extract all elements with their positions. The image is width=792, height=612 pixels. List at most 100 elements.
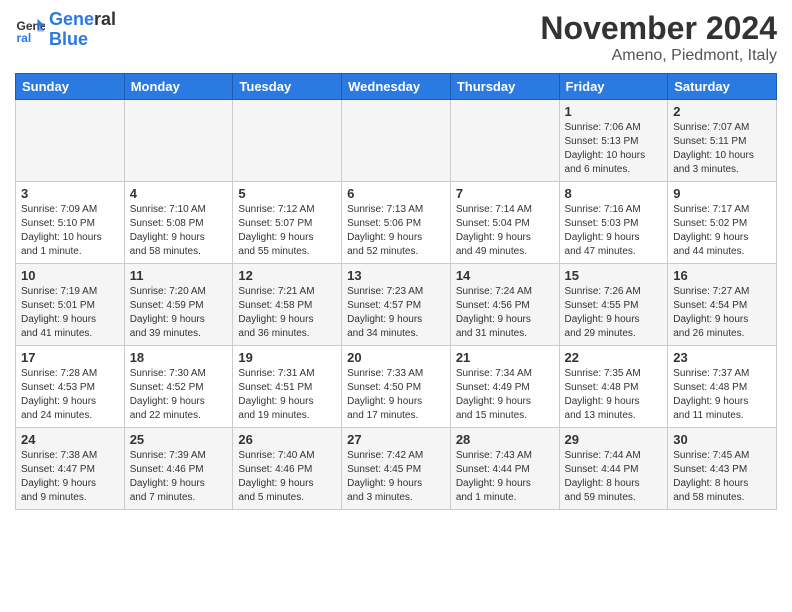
calendar-cell: 9 Sunrise: 7:17 AMSunset: 5:02 PMDaylight… xyxy=(668,182,777,264)
calendar-cell xyxy=(450,100,559,182)
calendar-cell: 15 Sunrise: 7:26 AMSunset: 4:55 PMDayligh… xyxy=(559,264,668,346)
day-info: Sunrise: 7:19 AMSunset: 5:01 PMDaylight:… xyxy=(21,285,119,341)
day-info: Sunrise: 7:10 AMSunset: 5:08 PMDaylight:… xyxy=(130,203,228,259)
day-number: 4 xyxy=(130,186,228,201)
day-number: 14 xyxy=(456,268,554,283)
weekday-header-tuesday: Tuesday xyxy=(233,74,342,100)
calendar-cell: 18 Sunrise: 7:30 AMSunset: 4:52 PMDayligh… xyxy=(124,346,233,428)
calendar-cell: 16Sunrise: 7:27 AMSunset: 4:54 PMDayligh… xyxy=(668,264,777,346)
weekday-header-friday: Friday xyxy=(559,74,668,100)
calendar-cell: 20 Sunrise: 7:33 AMSunset: 4:50 PMDayligh… xyxy=(342,346,451,428)
title-area: November 2024 Ameno, Piedmont, Italy xyxy=(540,10,777,65)
day-number: 6 xyxy=(347,186,445,201)
day-number: 24 xyxy=(21,432,119,447)
calendar-cell: 30Sunrise: 7:45 AMSunset: 4:43 PMDayligh… xyxy=(668,428,777,510)
day-number: 11 xyxy=(130,268,228,283)
calendar-cell: 8 Sunrise: 7:16 AMSunset: 5:03 PMDaylight… xyxy=(559,182,668,264)
day-info: Sunrise: 7:39 AMSunset: 4:46 PMDaylight:… xyxy=(130,449,228,505)
day-info: Sunrise: 7:13 AMSunset: 5:06 PMDaylight:… xyxy=(347,203,445,259)
calendar-cell xyxy=(124,100,233,182)
calendar-cell: 23Sunrise: 7:37 AMSunset: 4:48 PMDayligh… xyxy=(668,346,777,428)
calendar-week-row: 10Sunrise: 7:19 AMSunset: 5:01 PMDayligh… xyxy=(16,264,777,346)
calendar-cell: 4 Sunrise: 7:10 AMSunset: 5:08 PMDaylight… xyxy=(124,182,233,264)
location: Ameno, Piedmont, Italy xyxy=(540,47,777,65)
calendar-cell: 29 Sunrise: 7:44 AMSunset: 4:44 PMDayligh… xyxy=(559,428,668,510)
day-number: 17 xyxy=(21,350,119,365)
calendar-week-row: 3 Sunrise: 7:09 AMSunset: 5:10 PMDaylight… xyxy=(16,182,777,264)
day-number: 27 xyxy=(347,432,445,447)
calendar-table: SundayMondayTuesdayWednesdayThursdayFrid… xyxy=(15,73,777,510)
day-number: 18 xyxy=(130,350,228,365)
calendar-cell: 14 Sunrise: 7:24 AMSunset: 4:56 PMDayligh… xyxy=(450,264,559,346)
day-number: 28 xyxy=(456,432,554,447)
calendar-cell: 12 Sunrise: 7:21 AMSunset: 4:58 PMDayligh… xyxy=(233,264,342,346)
calendar-cell: 24 Sunrise: 7:38 AMSunset: 4:47 PMDayligh… xyxy=(16,428,125,510)
weekday-header-row: SundayMondayTuesdayWednesdayThursdayFrid… xyxy=(16,74,777,100)
calendar-cell: 10Sunrise: 7:19 AMSunset: 5:01 PMDayligh… xyxy=(16,264,125,346)
day-info: Sunrise: 7:26 AMSunset: 4:55 PMDaylight:… xyxy=(565,285,663,341)
day-info: Sunrise: 7:17 AMSunset: 5:02 PMDaylight:… xyxy=(673,203,771,259)
day-number: 29 xyxy=(565,432,663,447)
day-number: 1 xyxy=(565,104,663,119)
weekday-header-sunday: Sunday xyxy=(16,74,125,100)
day-number: 21 xyxy=(456,350,554,365)
day-number: 22 xyxy=(565,350,663,365)
calendar-cell: 22Sunrise: 7:35 AMSunset: 4:48 PMDayligh… xyxy=(559,346,668,428)
day-info: Sunrise: 7:40 AMSunset: 4:46 PMDaylight:… xyxy=(238,449,336,505)
calendar-cell: 19Sunrise: 7:31 AMSunset: 4:51 PMDayligh… xyxy=(233,346,342,428)
day-number: 13 xyxy=(347,268,445,283)
day-number: 2 xyxy=(673,104,771,119)
calendar-cell: 2 Sunrise: 7:07 AMSunset: 5:11 PMDaylight… xyxy=(668,100,777,182)
day-info: Sunrise: 7:12 AMSunset: 5:07 PMDaylight:… xyxy=(238,203,336,259)
day-number: 9 xyxy=(673,186,771,201)
day-info: Sunrise: 7:34 AMSunset: 4:49 PMDaylight:… xyxy=(456,367,554,423)
day-number: 3 xyxy=(21,186,119,201)
day-info: Sunrise: 7:16 AMSunset: 5:03 PMDaylight:… xyxy=(565,203,663,259)
day-number: 20 xyxy=(347,350,445,365)
day-info: Sunrise: 7:07 AMSunset: 5:11 PMDaylight:… xyxy=(673,121,771,177)
day-info: Sunrise: 7:21 AMSunset: 4:58 PMDaylight:… xyxy=(238,285,336,341)
day-number: 26 xyxy=(238,432,336,447)
day-number: 16 xyxy=(673,268,771,283)
calendar-cell xyxy=(233,100,342,182)
calendar-week-row: 17 Sunrise: 7:28 AMSunset: 4:53 PMDayligh… xyxy=(16,346,777,428)
logo: Gene ral General Blue xyxy=(15,10,116,50)
day-info: Sunrise: 7:38 AMSunset: 4:47 PMDaylight:… xyxy=(21,449,119,505)
day-number: 25 xyxy=(130,432,228,447)
header: Gene ral General Blue November 2024 Amen… xyxy=(15,10,777,65)
main-container: Gene ral General Blue November 2024 Amen… xyxy=(0,0,792,520)
calendar-cell: 7Sunrise: 7:14 AMSunset: 5:04 PMDaylight… xyxy=(450,182,559,264)
day-number: 12 xyxy=(238,268,336,283)
day-info: Sunrise: 7:45 AMSunset: 4:43 PMDaylight:… xyxy=(673,449,771,505)
day-info: Sunrise: 7:24 AMSunset: 4:56 PMDaylight:… xyxy=(456,285,554,341)
calendar-cell: 5 Sunrise: 7:12 AMSunset: 5:07 PMDaylight… xyxy=(233,182,342,264)
calendar-cell: 21 Sunrise: 7:34 AMSunset: 4:49 PMDayligh… xyxy=(450,346,559,428)
calendar-cell xyxy=(16,100,125,182)
calendar-week-row: 24 Sunrise: 7:38 AMSunset: 4:47 PMDayligh… xyxy=(16,428,777,510)
day-info: Sunrise: 7:14 AMSunset: 5:04 PMDaylight:… xyxy=(456,203,554,259)
calendar-cell: 26 Sunrise: 7:40 AMSunset: 4:46 PMDayligh… xyxy=(233,428,342,510)
logo-icon: Gene ral xyxy=(15,15,45,45)
weekday-header-monday: Monday xyxy=(124,74,233,100)
calendar-cell: 3 Sunrise: 7:09 AMSunset: 5:10 PMDaylight… xyxy=(16,182,125,264)
weekday-header-thursday: Thursday xyxy=(450,74,559,100)
month-title: November 2024 xyxy=(540,10,777,47)
day-info: Sunrise: 7:23 AMSunset: 4:57 PMDaylight:… xyxy=(347,285,445,341)
calendar-week-row: 1Sunrise: 7:06 AMSunset: 5:13 PMDaylight… xyxy=(16,100,777,182)
calendar-cell: 27 Sunrise: 7:42 AMSunset: 4:45 PMDayligh… xyxy=(342,428,451,510)
day-info: Sunrise: 7:33 AMSunset: 4:50 PMDaylight:… xyxy=(347,367,445,423)
day-info: Sunrise: 7:37 AMSunset: 4:48 PMDaylight:… xyxy=(673,367,771,423)
day-number: 8 xyxy=(565,186,663,201)
calendar-cell xyxy=(342,100,451,182)
calendar-cell: 11Sunrise: 7:20 AMSunset: 4:59 PMDayligh… xyxy=(124,264,233,346)
day-info: Sunrise: 7:30 AMSunset: 4:52 PMDaylight:… xyxy=(130,367,228,423)
calendar-cell: 1Sunrise: 7:06 AMSunset: 5:13 PMDaylight… xyxy=(559,100,668,182)
day-number: 5 xyxy=(238,186,336,201)
calendar-cell: 17 Sunrise: 7:28 AMSunset: 4:53 PMDayligh… xyxy=(16,346,125,428)
day-info: Sunrise: 7:28 AMSunset: 4:53 PMDaylight:… xyxy=(21,367,119,423)
day-number: 15 xyxy=(565,268,663,283)
day-info: Sunrise: 7:42 AMSunset: 4:45 PMDaylight:… xyxy=(347,449,445,505)
calendar-cell: 25 Sunrise: 7:39 AMSunset: 4:46 PMDayligh… xyxy=(124,428,233,510)
day-info: Sunrise: 7:44 AMSunset: 4:44 PMDaylight:… xyxy=(565,449,663,505)
day-info: Sunrise: 7:09 AMSunset: 5:10 PMDaylight:… xyxy=(21,203,119,259)
